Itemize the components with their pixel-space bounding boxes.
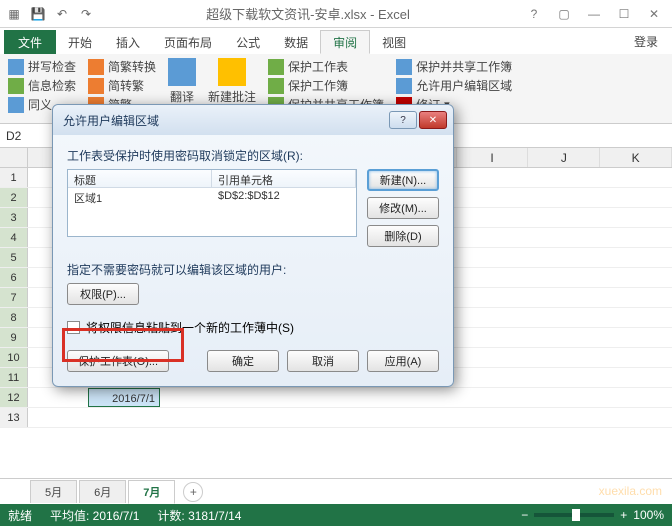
window-controls: ? ▢ — ☐ ✕ [520, 4, 668, 24]
newcomment-label: 新建批注 [208, 88, 256, 105]
ok-button[interactable]: 确定 [207, 350, 279, 372]
research-label: 信息检索 [28, 77, 76, 94]
modify-range-button[interactable]: 修改(M)... [367, 197, 439, 219]
row-hdr-7[interactable]: 7 [0, 288, 28, 307]
sheet-tab-6[interactable]: 6月 [79, 480, 126, 503]
protectsheet-label: 保护工作表 [288, 58, 348, 75]
cancel-button[interactable]: 取消 [287, 350, 359, 372]
col-title-header: 标题 [68, 170, 212, 187]
ranges-group-label: 工作表受保护时使用密码取消锁定的区域(R): [67, 147, 439, 164]
name-box[interactable]: D2 [0, 124, 55, 147]
tab-view[interactable]: 视图 [370, 30, 418, 54]
row-hdr-8[interactable]: 8 [0, 308, 28, 327]
ranges-listbox[interactable]: 标题 引用单元格 区域1 $D$2:$D$12 [67, 169, 357, 237]
title-bar: ▦ 💾 ↶ ↷ 超级下载软文资讯-安卓.xlsx - Excel ? ▢ — ☐… [0, 0, 672, 28]
help-icon[interactable]: ? [520, 4, 548, 24]
sheet-tab-5[interactable]: 5月 [30, 480, 77, 503]
dialog-title: 允许用户编辑区域 [63, 112, 389, 129]
thesaurus-label: 同义 [28, 96, 52, 113]
range-ref-cell[interactable]: $D$2:$D$12 [212, 188, 356, 206]
tab-insert[interactable]: 插入 [104, 30, 152, 54]
new-range-button[interactable]: 新建(N)... [367, 169, 439, 191]
row-hdr-3[interactable]: 3 [0, 208, 28, 227]
minimize-icon[interactable]: — [580, 4, 608, 24]
paste-permissions-checkbox[interactable] [67, 321, 80, 334]
tab-file[interactable]: 文件 [4, 30, 56, 54]
s2t-button[interactable]: 简繁转换 [88, 58, 156, 75]
watermark: xuexila.com [599, 484, 662, 498]
login-link[interactable]: 登录 [620, 29, 672, 54]
cell-D12[interactable]: 2016/7/1 [88, 388, 160, 407]
protect-sheet-button[interactable]: 保护工作表(O)... [67, 350, 169, 372]
delete-range-button[interactable]: 删除(D) [367, 225, 439, 247]
allow-users-edit-ranges-dialog: 允许用户编辑区域 ? ✕ 工作表受保护时使用密码取消锁定的区域(R): 标题 引… [52, 104, 454, 387]
tab-layout[interactable]: 页面布局 [152, 30, 224, 54]
s2t-label: 简繁转换 [108, 58, 156, 75]
zoom-in-icon[interactable]: + [620, 508, 627, 522]
ribbon-options-icon[interactable]: ▢ [550, 4, 578, 24]
col-K[interactable]: K [600, 148, 672, 167]
t2s-label: 简转繁 [108, 77, 144, 94]
row-hdr-5[interactable]: 5 [0, 248, 28, 267]
status-avg: 平均值: 2016/7/1 [50, 507, 139, 524]
protectwb-label: 保护工作簿 [288, 77, 348, 94]
range-title-cell[interactable]: 区域1 [68, 188, 212, 206]
share-protect-button[interactable]: 保护并共享工作簿 [396, 58, 512, 75]
row-hdr-10[interactable]: 10 [0, 348, 28, 367]
tab-review[interactable]: 审阅 [320, 30, 370, 54]
add-sheet-button[interactable]: + [183, 482, 203, 502]
translate-label: 翻译 [170, 88, 194, 105]
status-bar: 就绪 平均值: 2016/7/1 计数: 3181/7/14 − + 100% [0, 504, 672, 526]
zoom-slider[interactable] [534, 513, 614, 517]
t2s-button[interactable]: 简转繁 [88, 77, 156, 94]
maximize-icon[interactable]: ☐ [610, 4, 638, 24]
row-hdr-6[interactable]: 6 [0, 268, 28, 287]
status-ready: 就绪 [8, 507, 32, 524]
dialog-titlebar[interactable]: 允许用户编辑区域 ? ✕ [53, 105, 453, 135]
allow-edit-button[interactable]: 允许用户编辑区域 [396, 77, 512, 94]
apply-button[interactable]: 应用(A) [367, 350, 439, 372]
spellcheck-button[interactable]: 拼写检查 [8, 58, 76, 75]
row-hdr-9[interactable]: 9 [0, 328, 28, 347]
excel-icon: ▦ [4, 4, 24, 24]
protect-wb-button[interactable]: 保护工作簿 [268, 77, 384, 94]
row-hdr-4[interactable]: 4 [0, 228, 28, 247]
tab-formulas[interactable]: 公式 [224, 30, 272, 54]
allowedit-label: 允许用户编辑区域 [416, 77, 512, 94]
close-icon[interactable]: ✕ [640, 4, 668, 24]
tab-data[interactable]: 数据 [272, 30, 320, 54]
col-J[interactable]: J [528, 148, 600, 167]
redo-icon[interactable]: ↷ [76, 4, 96, 24]
permissions-button[interactable]: 权限(P)... [67, 283, 139, 305]
col-ref-header: 引用单元格 [212, 170, 356, 187]
row-hdr-1[interactable]: 1 [0, 168, 28, 187]
zoom-out-icon[interactable]: − [521, 508, 528, 522]
spellcheck-label: 拼写检查 [28, 58, 76, 75]
zoom-control: − + 100% [521, 508, 664, 522]
save-icon[interactable]: 💾 [28, 4, 48, 24]
tab-home[interactable]: 开始 [56, 30, 104, 54]
protect-sheet-button[interactable]: 保护工作表 [268, 58, 384, 75]
shareprotect-label: 保护并共享工作簿 [416, 58, 512, 75]
row-hdr-13[interactable]: 13 [0, 408, 28, 427]
research-button[interactable]: 信息检索 [8, 77, 76, 94]
row-hdr-12[interactable]: 12 [0, 388, 28, 407]
window-title: 超级下载软文资讯-安卓.xlsx - Excel [96, 4, 520, 23]
status-count: 计数: 3181/7/14 [157, 507, 241, 524]
quick-access-toolbar: ▦ 💾 ↶ ↷ [4, 4, 96, 24]
dialog-help-icon[interactable]: ? [389, 111, 417, 129]
undo-icon[interactable]: ↶ [52, 4, 72, 24]
sheet-tabs: 5月 6月 7月 + [0, 478, 672, 504]
permissions-group-label: 指定不需要密码就可以编辑该区域的用户: [67, 261, 439, 278]
sheet-tab-7[interactable]: 7月 [128, 480, 175, 504]
ribbon-tabs: 文件 开始 插入 页面布局 公式 数据 审阅 视图 登录 [0, 28, 672, 54]
select-all-corner[interactable] [0, 148, 28, 167]
row-hdr-2[interactable]: 2 [0, 188, 28, 207]
zoom-percent[interactable]: 100% [633, 508, 664, 522]
paste-permissions-label: 将权限信息粘贴到一个新的工作薄中(S) [86, 319, 294, 336]
dialog-close-icon[interactable]: ✕ [419, 111, 447, 129]
row-hdr-11[interactable]: 11 [0, 368, 28, 387]
col-I[interactable]: I [457, 148, 529, 167]
